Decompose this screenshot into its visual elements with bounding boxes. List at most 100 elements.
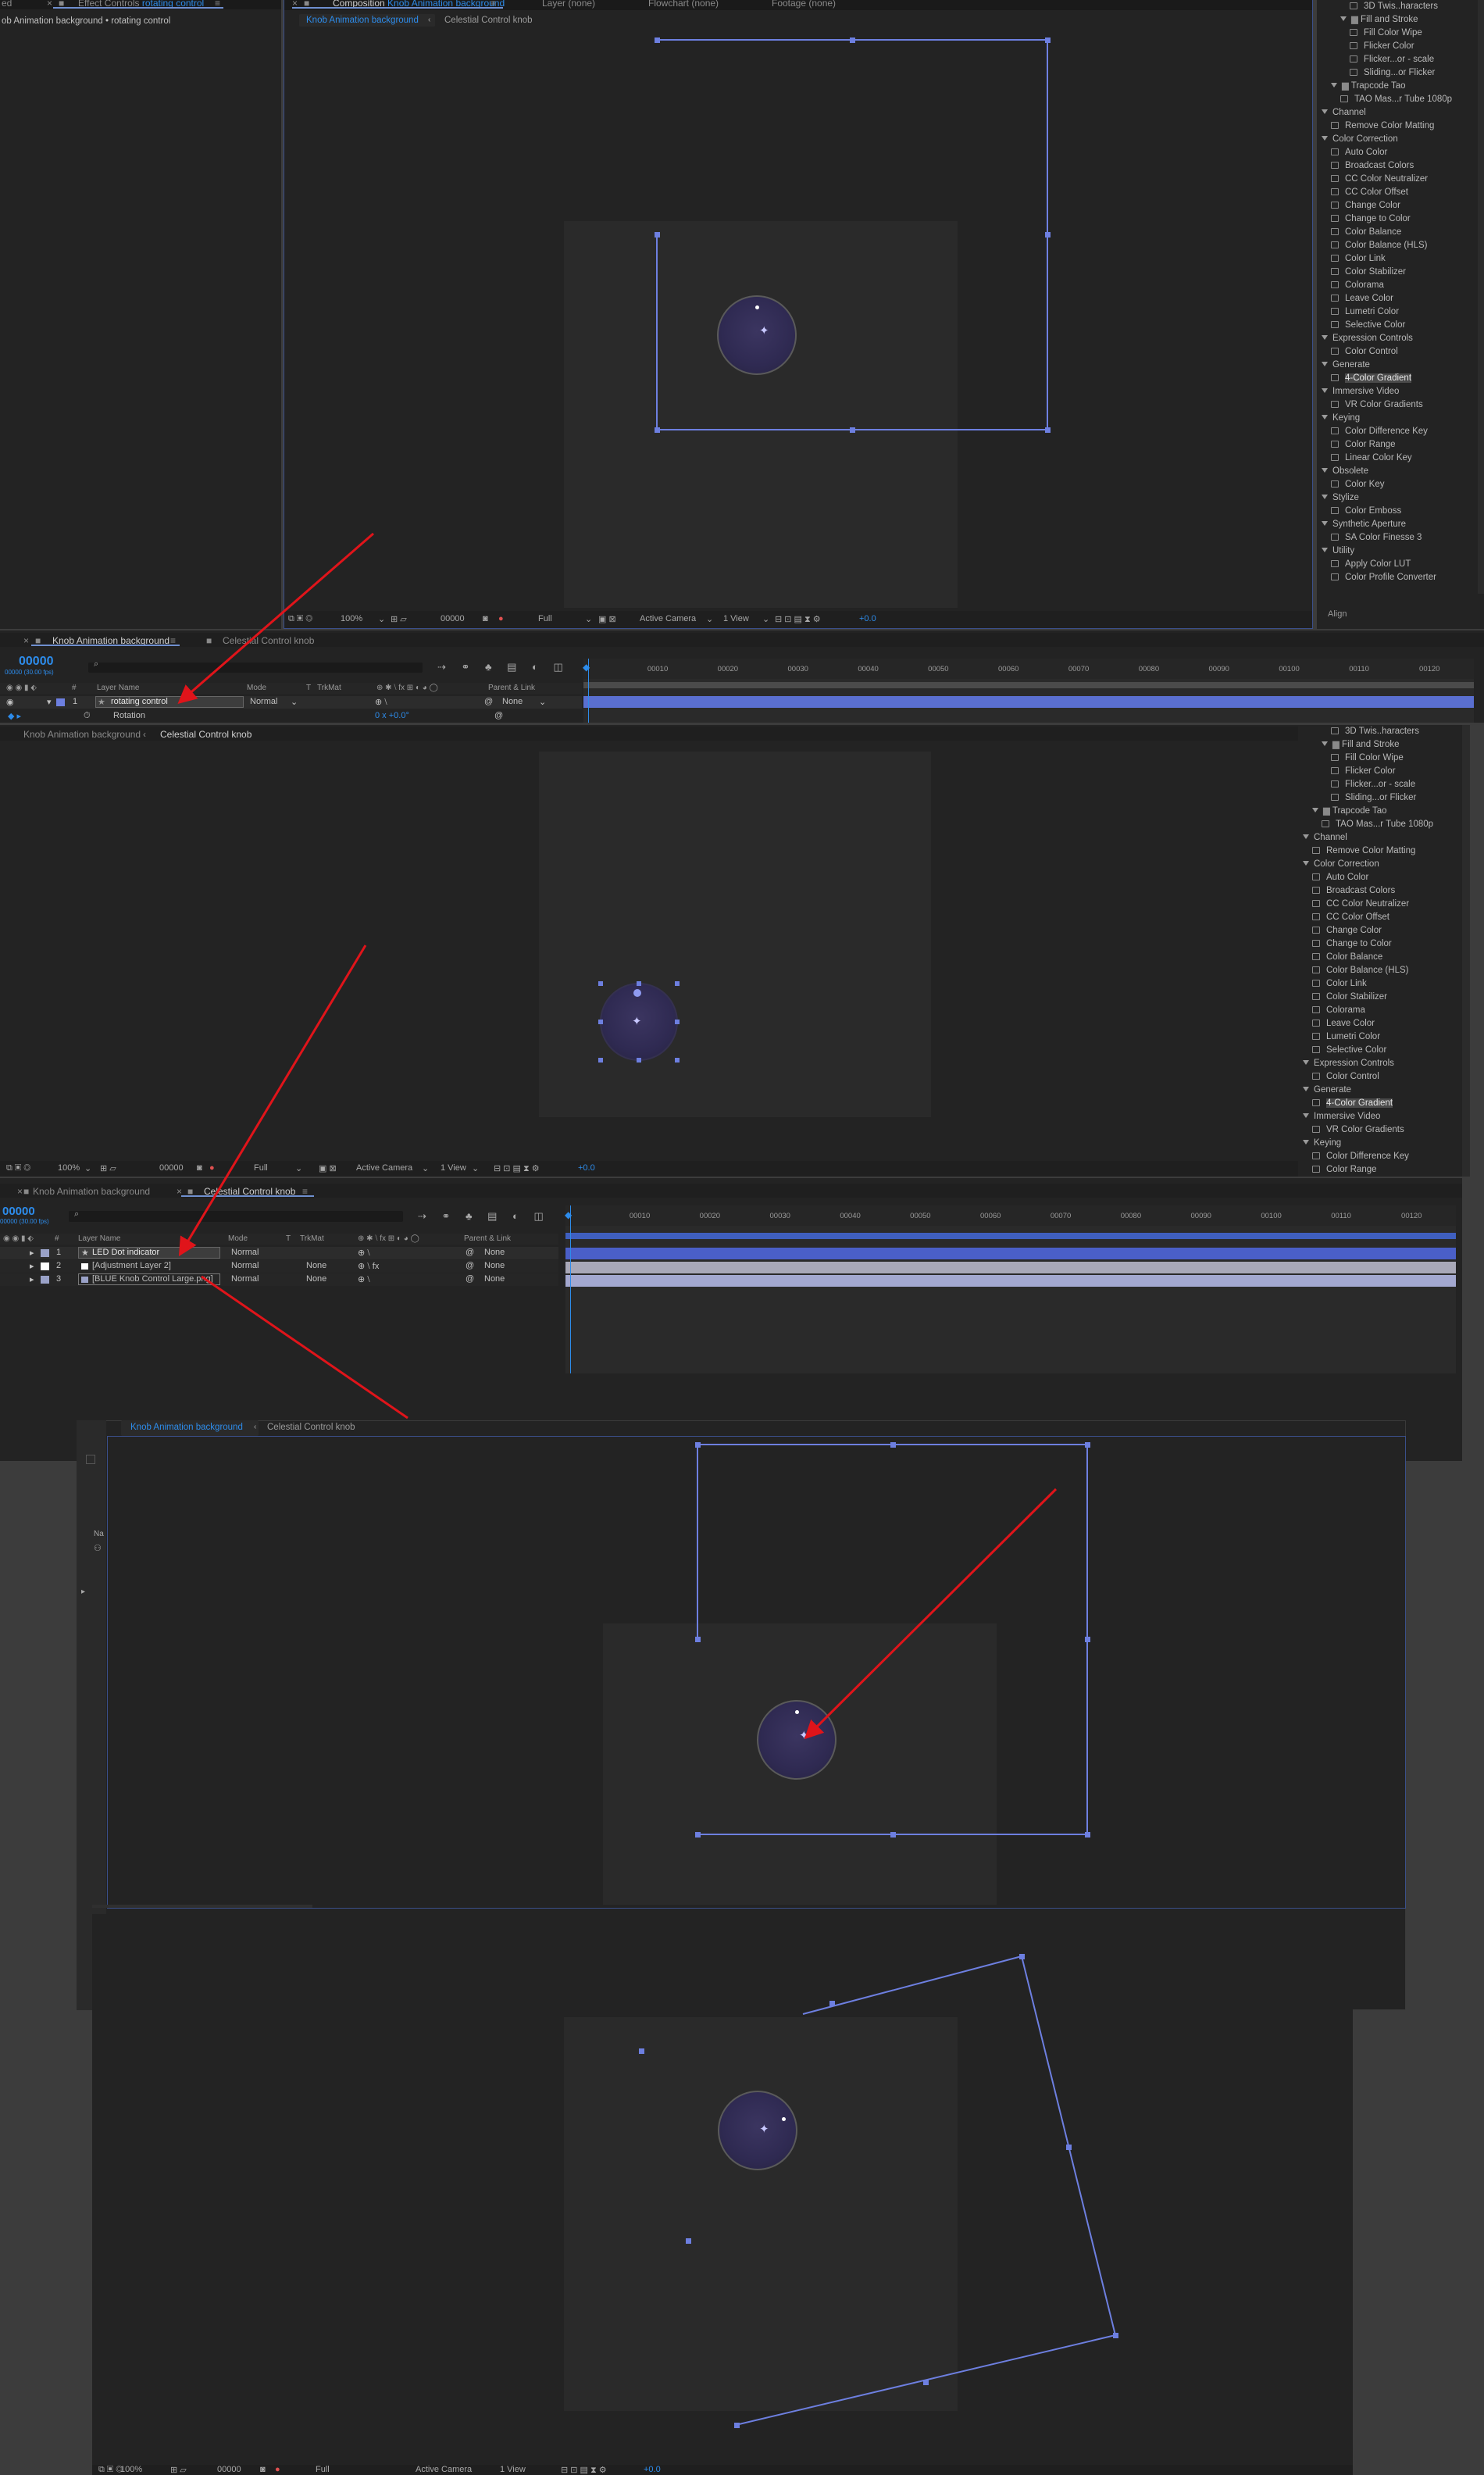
layer-switch-icons[interactable]: ⊕ ⧵ fx [358,1261,379,1272]
expand-triangle-icon[interactable] [1303,1140,1309,1145]
timecode-display[interactable]: 00000 [217,2465,241,2474]
grid-icons[interactable]: ⊞ ▱ [100,1163,116,1173]
transform-handle[interactable] [1045,38,1051,43]
effect-item[interactable]: Fill Color Wipe [1350,27,1422,40]
transform-handle[interactable] [850,38,855,43]
snapshot-icon[interactable]: ◙ [260,2465,266,2474]
expand-triangle-icon[interactable] [1331,83,1337,88]
expand-triangle-icon[interactable] [1322,362,1328,366]
effect-item[interactable]: TAO Mas...r Tube 1080p [1340,93,1452,106]
layer-mode[interactable]: Normal [250,697,277,706]
transform-handle[interactable] [655,38,660,43]
effect-item[interactable]: Color Key [1331,478,1385,491]
effect-item[interactable]: Selective Color [1312,1044,1386,1057]
zoom-select[interactable]: 100% [120,2465,142,2474]
effect-item[interactable]: Broadcast Colors [1312,884,1395,898]
layer-expand-icon[interactable]: ▸ [30,1274,34,1284]
effect-item[interactable]: TAO Mas...r Tube 1080p [1322,818,1433,831]
layer-mode[interactable]: Normal [231,1248,259,1257]
effect-item[interactable]: Remove Color Matting [1331,120,1434,133]
transform-handle[interactable] [655,232,660,238]
view-select[interactable]: 1 View [441,1163,466,1173]
led-dot-selected-icon[interactable] [633,989,641,997]
timeline-b-tab-knob[interactable]: Knob Animation background [33,1186,150,1197]
transform-handle[interactable] [695,1442,701,1448]
timeline-b-layer-row[interactable]: ▸ 2 None @ Normal ⊕ ⧵ fx None [Adjustment Layer… [0,1260,558,1273]
playhead-marker-icon[interactable]: ◆ [583,662,590,673]
camera-select[interactable]: Active Camera [356,1163,412,1173]
effect-item[interactable]: Lumetri Color [1331,305,1399,319]
layer-color-swatch[interactable] [56,698,65,706]
timeline-a-tool-icons[interactable]: ⇢ ⚭ ♣ ▤ ◐ ◫ [437,661,569,673]
color-icon[interactable]: ● [498,614,504,623]
effect-category[interactable]: Channel [1322,106,1366,120]
layer-switch-icons[interactable]: ⊕ ⧵ [375,697,387,708]
resolution-select[interactable]: Full [316,2465,330,2474]
timeline-b-ruler[interactable]: 00010 00020 00030 00040 00050 00060 00070 00080… [565,1205,1456,1226]
timeline-b-close-icon[interactable]: × [17,1186,23,1197]
transform-handle[interactable] [1066,2145,1072,2150]
effect-category[interactable]: Color Correction [1322,133,1398,146]
effect-item[interactable]: CC Color Neutralizer [1331,173,1428,186]
effect-category[interactable]: Color Correction [1303,858,1379,871]
keyframe-nav-icon[interactable]: ◆ ▸ [8,711,21,721]
effect-category[interactable]: Stylize [1322,491,1359,505]
exposure-value[interactable]: +0.0 [859,614,876,623]
effect-item[interactable]: Change to Color [1331,212,1411,226]
view-select[interactable]: 1 View [500,2465,526,2474]
transform-handle[interactable] [1085,1832,1090,1838]
anchor-point-icon[interactable]: ✦ [759,325,769,337]
zoom-select[interactable]: 100% [341,614,362,623]
timecode-display[interactable]: 00000 [159,1163,184,1173]
layer-name[interactable]: LED Dot indicator [92,1248,159,1257]
effect-item[interactable]: Color Balance [1331,226,1401,239]
parent-pickwhip-icon[interactable]: @ [484,697,493,706]
timeline-b-search[interactable] [69,1211,403,1222]
playhead-marker-icon[interactable]: ◆ [565,1209,572,1220]
transform-handle[interactable] [1019,1954,1025,1959]
effect-category[interactable]: Immersive Video [1322,385,1399,398]
effect-item[interactable]: 3D Twis..haracters [1350,0,1438,13]
align-panel-label[interactable]: Align [1328,609,1347,619]
layer-color-swatch[interactable] [41,1276,49,1284]
effect-item[interactable]: 4-Color Gradient [1312,1097,1393,1110]
comp-b-subtab-celestial[interactable]: Celestial Control knob [160,729,251,740]
effect-item[interactable]: CC Color Neutralizer [1312,898,1409,911]
expand-triangle-icon[interactable] [1322,136,1328,141]
effects-b-scrollbar[interactable] [1462,725,1470,1177]
layer-parent[interactable]: None [502,697,523,706]
work-area-bar[interactable] [565,1233,1456,1239]
expand-triangle-icon[interactable] [1303,1113,1309,1118]
effect-item[interactable]: Auto Color [1331,146,1387,159]
layer-duration-bar[interactable] [565,1275,1456,1287]
color-icon[interactable]: ● [275,2465,280,2474]
transform-handle[interactable] [829,2001,835,2006]
effect-item[interactable]: Flicker Color [1331,765,1396,778]
effect-item[interactable]: CC Color Offset [1312,911,1389,924]
expand-triangle-icon[interactable] [1322,388,1328,393]
transform-handle[interactable] [675,1058,680,1062]
effect-item[interactable]: Color Stabilizer [1331,266,1406,279]
property-pickwhip-icon[interactable]: @ [494,711,503,720]
effect-category[interactable]: Expression Controls [1303,1057,1394,1070]
view-select[interactable]: 1 View [723,614,749,623]
transform-handle[interactable] [695,1637,701,1642]
effect-item[interactable]: Color Control [1312,1070,1379,1084]
anchor-point-icon[interactable]: ✦ [632,1016,642,1027]
effect-category[interactable]: Immersive Video [1303,1110,1380,1123]
expand-triangle-icon[interactable] [1322,468,1328,473]
transform-handle[interactable] [598,1020,603,1024]
expand-triangle-icon[interactable] [1303,1087,1309,1091]
expand-triangle-icon[interactable] [1312,808,1318,812]
camera-select[interactable]: Active Camera [640,614,696,623]
effect-item[interactable]: Color Link [1312,977,1367,991]
transform-handle[interactable] [1085,1442,1090,1448]
region-icons[interactable]: ▣ ⊠ [598,614,616,624]
effect-item[interactable]: Color Difference Key [1331,425,1428,438]
layer-switch-icons[interactable]: ⊕ ⧵ [358,1248,370,1259]
transform-handle[interactable] [923,2380,929,2385]
effect-item[interactable]: Flicker...or - scale [1350,53,1434,66]
effect-category[interactable]: Synthetic Aperture [1322,518,1406,531]
effect-item[interactable]: Linear Color Key [1331,452,1412,465]
effect-item[interactable]: Broadcast Colors [1331,159,1414,173]
